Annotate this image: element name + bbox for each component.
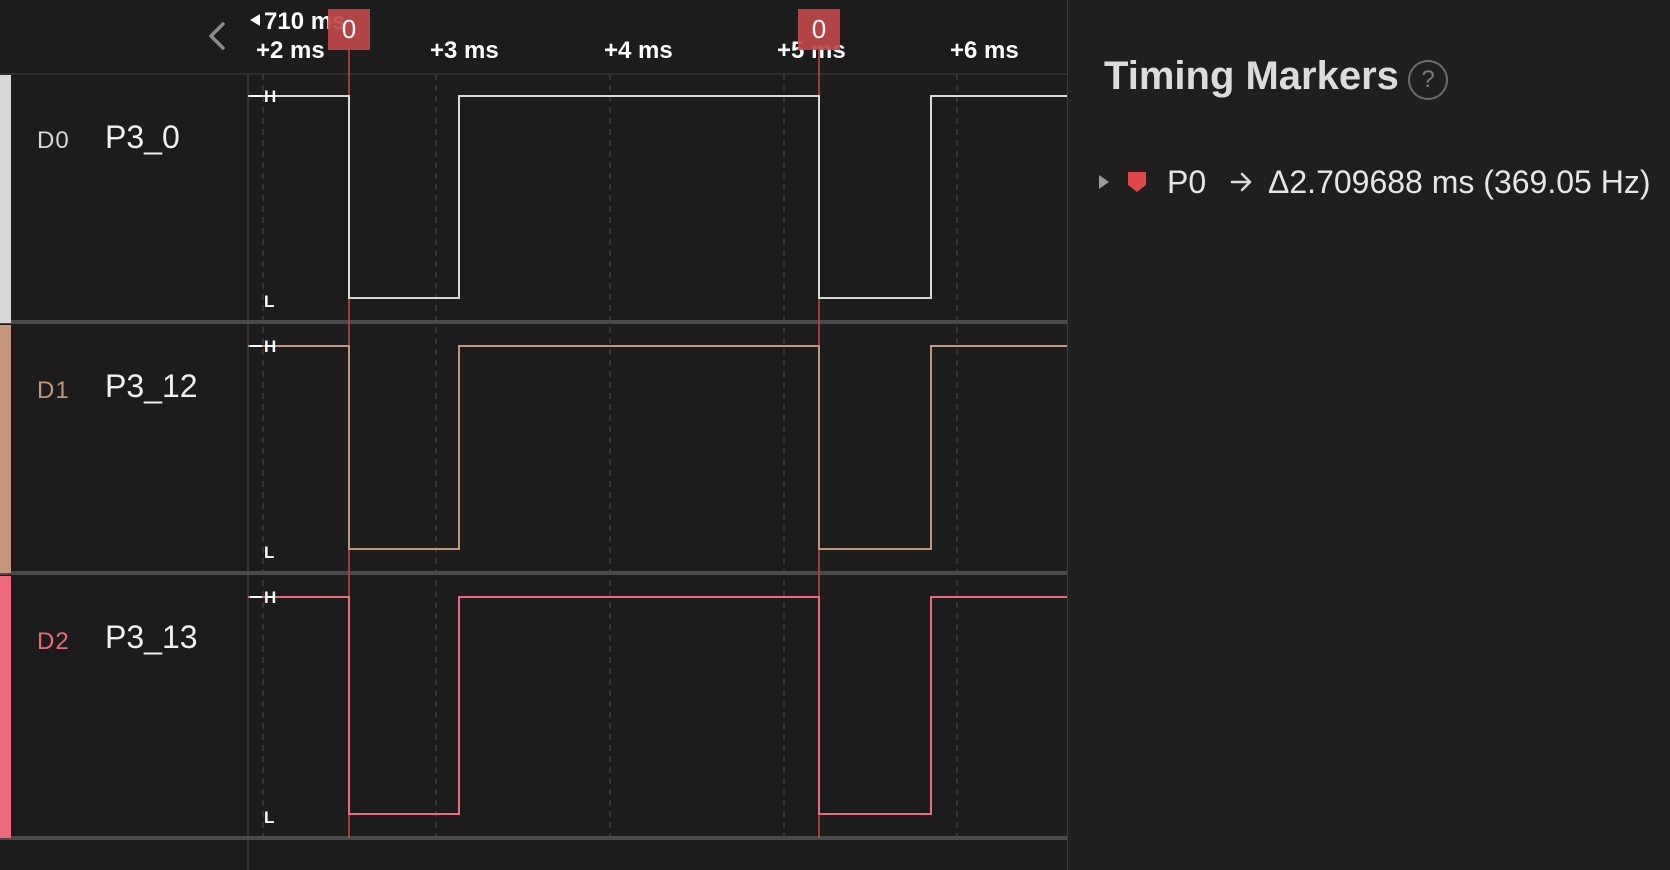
timing-marker-row[interactable]: P0 Δ2.709688 ms (369.05 Hz) xyxy=(1092,160,1662,204)
channel-id: D0 xyxy=(37,127,70,154)
offset-arrow-icon xyxy=(250,14,260,26)
marker-name: P0 xyxy=(1167,164,1207,200)
marker-flag-label: 0 xyxy=(812,14,826,44)
panel-title: Timing Markers xyxy=(1104,54,1399,98)
waveform-d0[interactable] xyxy=(248,95,1067,299)
high-level-label: H xyxy=(264,588,276,607)
time-tick-label: +4 ms xyxy=(604,37,673,64)
marker-delta-value: Δ2.709688 ms (369.05 Hz) xyxy=(1268,164,1651,200)
channel-name: P3_0 xyxy=(105,119,180,155)
channel-label-d0[interactable]: D0 P3_0 xyxy=(0,75,248,323)
channel-name: P3_13 xyxy=(105,619,198,655)
high-level-label: H xyxy=(264,337,276,356)
channel-color-stripe xyxy=(0,576,11,838)
logic-analyzer-app: H L H L H L 710 ms +2 ms +3 ms +4 ms +5 ms +6 ms 0 0 … xyxy=(0,0,1670,870)
low-level-label: L xyxy=(264,808,274,827)
time-tick-label: +3 ms xyxy=(430,37,499,64)
timing-markers-panel: Timing Markers ? P0 Δ2.709688 ms (369.05… xyxy=(1068,0,1670,870)
channel-id: D1 xyxy=(37,377,70,404)
time-tick-label: +6 ms xyxy=(950,37,1019,64)
expand-triangle-icon[interactable] xyxy=(1092,170,1116,194)
channel-name: P3_12 xyxy=(105,368,198,404)
waveform-d1[interactable] xyxy=(248,345,1067,550)
arrow-right-icon xyxy=(1230,172,1252,192)
marker-flag-label: 0 xyxy=(342,14,356,44)
time-tick-label: +2 ms xyxy=(256,37,325,64)
waveform-view[interactable]: H L H L H L 710 ms +2 ms +3 ms +4 ms +5 ms +6 ms 0 0 … xyxy=(0,0,1068,870)
waveform-d2[interactable] xyxy=(248,596,1067,815)
high-level-label: H xyxy=(264,87,276,106)
channel-id: D2 xyxy=(37,628,70,655)
channel-color-stripe xyxy=(0,75,11,323)
channel-label-d1[interactable]: D1 P3_12 xyxy=(0,325,248,573)
low-level-label: L xyxy=(264,292,274,311)
channel-label-d2[interactable]: D2 P3_13 xyxy=(0,576,248,838)
low-level-label: L xyxy=(264,543,274,562)
channel-color-stripe xyxy=(0,325,11,573)
scroll-left-icon[interactable] xyxy=(204,18,230,54)
help-icon[interactable]: ? xyxy=(1408,60,1448,100)
marker-flag-icon xyxy=(1128,172,1146,192)
